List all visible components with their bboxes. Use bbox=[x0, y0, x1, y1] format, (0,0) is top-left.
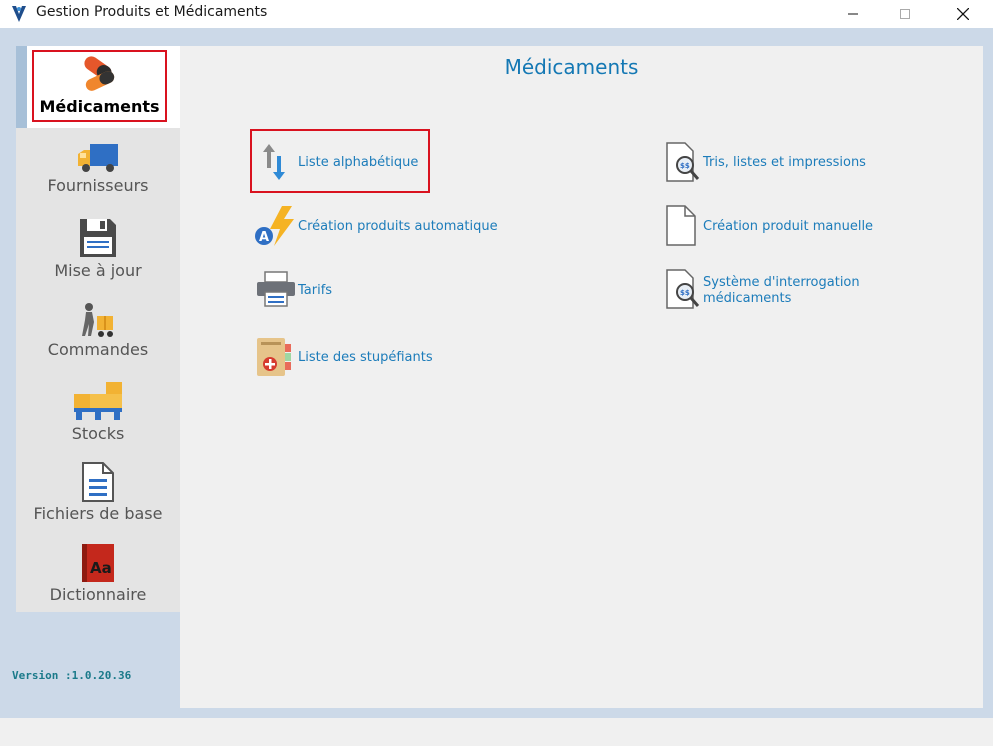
window-title: Gestion Produits et Médicaments bbox=[36, 4, 268, 20]
link-creation-produit-manuelle[interactable]: Création produit manuelle bbox=[703, 219, 873, 235]
svg-text:A: A bbox=[259, 230, 269, 245]
delivery-truck-icon bbox=[78, 144, 118, 172]
sidebar-item-label: Fichiers de base bbox=[33, 504, 163, 523]
sidebar-item-stocks[interactable]: Stocks bbox=[16, 380, 180, 443]
sidebar-item-fichiers-de-base[interactable]: Fichiers de base bbox=[16, 462, 180, 523]
svg-text:Aa: Aa bbox=[90, 559, 112, 577]
floppy-disk-icon bbox=[80, 219, 116, 257]
link-liste-alphabetique[interactable]: Liste alphabétique bbox=[298, 155, 418, 171]
sidebar-item-label: Stocks bbox=[71, 424, 125, 443]
sidebar-item-fournisseurs[interactable]: Fournisseurs bbox=[16, 142, 180, 195]
page-title: Médicaments bbox=[504, 55, 639, 79]
link-creation-produits-automatique[interactable]: Création produits automatique bbox=[298, 219, 498, 235]
sidebar-item-label: Mise à jour bbox=[54, 261, 142, 280]
svg-text:$$: $$ bbox=[680, 289, 690, 297]
dictionary-book-icon: Aa bbox=[82, 544, 114, 582]
pallet-boxes-icon bbox=[74, 382, 122, 420]
delivery-person-icon bbox=[82, 303, 113, 337]
pills-icon bbox=[83, 56, 114, 91]
svg-text:$$: $$ bbox=[680, 162, 690, 170]
sidebar-item-label: Commandes bbox=[47, 340, 149, 359]
sidebar-item-commandes[interactable]: Commandes bbox=[16, 302, 180, 359]
version-label: Version :1.0.20.36 bbox=[12, 669, 132, 682]
sidebar-item-label: Dictionnaire bbox=[49, 585, 147, 604]
maximize-button[interactable] bbox=[882, 0, 928, 28]
narcotics-binder-icon bbox=[257, 338, 291, 376]
blank-document-icon bbox=[666, 205, 696, 246]
sidebar-item-medicaments[interactable]: Médicaments bbox=[27, 55, 172, 116]
maximize-icon bbox=[900, 9, 910, 19]
document-icon bbox=[82, 462, 114, 502]
app-logo-icon bbox=[12, 6, 26, 22]
document-search-icon: $$ bbox=[666, 142, 700, 182]
close-icon bbox=[957, 8, 969, 20]
link-liste-des-stupefiants[interactable]: Liste des stupéfiants bbox=[298, 350, 433, 366]
close-button[interactable] bbox=[940, 0, 986, 28]
link-tarifs[interactable]: Tarifs bbox=[298, 283, 332, 299]
sidebar-item-mise-a-jour[interactable]: Mise à jour bbox=[16, 217, 180, 280]
active-indicator bbox=[16, 46, 27, 128]
minimize-icon bbox=[848, 13, 858, 15]
link-systeme-interrogation-medicaments[interactable]: Système d'interrogation médicaments bbox=[703, 275, 860, 307]
minimize-button[interactable] bbox=[830, 0, 876, 28]
sidebar-item-label: Médicaments bbox=[39, 97, 160, 116]
link-label-line1: Système d'interrogation bbox=[703, 275, 860, 290]
auto-lightning-icon: A bbox=[255, 206, 294, 246]
sort-arrows-icon bbox=[263, 144, 285, 180]
status-strip bbox=[0, 718, 993, 746]
link-label-line2: médicaments bbox=[703, 291, 792, 306]
sidebar-item-label: Fournisseurs bbox=[47, 176, 149, 195]
sidebar-item-dictionnaire[interactable]: Aa Dictionnaire bbox=[16, 543, 180, 604]
link-tris-listes-impressions[interactable]: Tris, listes et impressions bbox=[703, 155, 866, 171]
title-bar: Gestion Produits et Médicaments bbox=[0, 0, 993, 28]
document-search-icon: $$ bbox=[666, 269, 700, 309]
printer-icon bbox=[257, 271, 295, 307]
